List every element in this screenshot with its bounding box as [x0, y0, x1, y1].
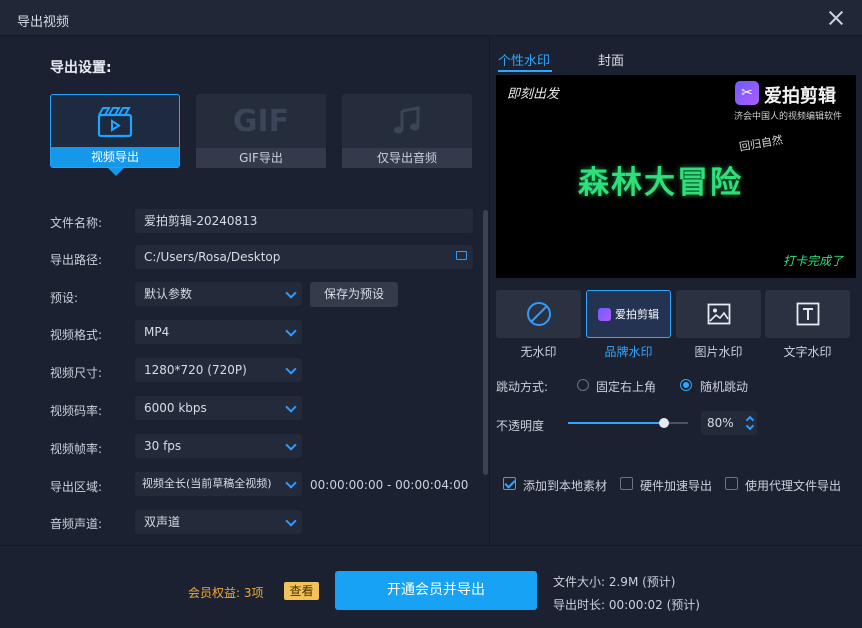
- format-label: 视频格式:: [50, 328, 103, 342]
- watermark-none-label: 无水印: [520, 345, 557, 359]
- tab-cover[interactable]: 封面: [598, 50, 624, 69]
- bitrate-label: 视频码率:: [50, 404, 103, 418]
- opacity-slider-handle[interactable]: [659, 418, 669, 428]
- export-button[interactable]: 开通会员并导出: [335, 571, 537, 610]
- preview-caption-top-left: 即刻出发: [507, 87, 560, 102]
- mode-label: 视频导出: [51, 147, 179, 167]
- preset-label: 预设:: [50, 291, 79, 305]
- view-benefits-button[interactable]: 查看: [284, 582, 319, 600]
- path-input[interactable]: C:/Users/Rosa/Desktop: [135, 245, 473, 269]
- section-title: 导出设置:: [50, 60, 112, 76]
- size-label: 视频尺寸:: [50, 366, 103, 380]
- opacity-value: 80%: [707, 416, 734, 430]
- opacity-stepper[interactable]: 80%: [701, 411, 757, 435]
- checkbox-proxy-export[interactable]: [725, 477, 738, 490]
- preview-main-title: 森林大冒险: [578, 165, 743, 201]
- mode-label: GIF导出: [196, 148, 326, 168]
- jump-mode-label: 跳动方式:: [496, 380, 549, 394]
- folder-icon[interactable]: [456, 251, 467, 260]
- export-duration: 导出时长: 00:00:02 (预计): [553, 598, 700, 612]
- watermark-panel: 个性水印 封面 即刻出发 ✂ 爱拍剪辑 济会中国人的视频编辑软件 回归自然 森林…: [490, 37, 862, 545]
- brand-chip: 爱拍剪辑: [598, 306, 659, 322]
- filename-input[interactable]: 爱拍剪辑-20240813: [135, 209, 473, 233]
- title-bar: 导出视频: [0, 0, 862, 36]
- watermark-image[interactable]: [676, 290, 761, 338]
- checkbox-add-local-label: 添加到本地素材: [523, 479, 608, 493]
- preview-subtitle: 回归自然: [738, 133, 784, 154]
- tab-underline: [498, 70, 552, 72]
- scrollbar[interactable]: [483, 210, 488, 475]
- preset-select[interactable]: 默认参数: [135, 282, 302, 306]
- chevron-down-icon[interactable]: [745, 421, 755, 431]
- brand-slogan: 济会中国人的视频编辑软件: [733, 112, 842, 122]
- radio-random-label: 随机跳动: [700, 380, 749, 394]
- brand-chip-label: 爱拍剪辑: [615, 308, 659, 321]
- export-dialog: 导出视频 导出设置: 视频导出 GIF GIF导出 仅导出音频 文件名称: 爱拍…: [0, 0, 862, 628]
- video-preview: 即刻出发 ✂ 爱拍剪辑 济会中国人的视频编辑软件 回归自然 森林大冒险 打卡完成…: [496, 75, 856, 278]
- footer: 会员权益: 3项 查看 开通会员并导出 文件大小: 2.9M (预计) 导出时长…: [0, 545, 862, 628]
- music-note-icon: [342, 100, 472, 142]
- preview-caption-bottom-right: 打卡完成了: [782, 254, 843, 268]
- brand-logo-icon: [598, 307, 611, 321]
- opacity-slider-fill: [568, 422, 664, 424]
- region-select[interactable]: 视频全长(当前草稿全视频): [135, 472, 302, 496]
- opacity-label: 不透明度: [496, 419, 545, 433]
- watermark-text[interactable]: [765, 290, 850, 338]
- audio-label: 音频声道:: [50, 517, 103, 531]
- mode-gif-export[interactable]: GIF GIF导出: [196, 94, 326, 168]
- tab-watermark[interactable]: 个性水印: [498, 50, 550, 69]
- export-settings-panel: 导出设置: 视频导出 GIF GIF导出 仅导出音频 文件名称: 爱拍剪辑-20…: [12, 37, 489, 545]
- size-select[interactable]: 1280*720 (720P): [135, 358, 302, 382]
- time-range: 00:00:00:00 - 00:00:04:00: [310, 478, 469, 492]
- brand-logo-icon: ✂: [735, 81, 759, 105]
- path-value: C:/Users/Rosa/Desktop: [144, 250, 281, 264]
- bitrate-select[interactable]: 6000 kbps: [135, 396, 302, 420]
- member-benefits: 会员权益: 3项: [188, 586, 264, 600]
- watermark-image-label: 图片水印: [694, 345, 743, 359]
- watermark-brand-label: 品牌水印: [604, 345, 653, 359]
- mode-video-export[interactable]: 视频导出: [50, 94, 180, 176]
- close-icon[interactable]: [826, 8, 846, 28]
- brand-name: 爱拍剪辑: [764, 86, 836, 107]
- path-label: 导出路径:: [50, 253, 103, 267]
- checkbox-proxy-export-label: 使用代理文件导出: [745, 479, 842, 493]
- checkbox-hardware-accel[interactable]: [620, 477, 633, 490]
- text-icon: [765, 290, 850, 338]
- save-preset-button[interactable]: 保存为预设: [310, 282, 398, 307]
- opacity-slider[interactable]: [568, 418, 688, 428]
- image-icon: [676, 290, 761, 338]
- checkbox-add-local[interactable]: [503, 477, 516, 490]
- radio-fixed-label: 固定右上角: [596, 380, 657, 394]
- format-select[interactable]: MP4: [135, 320, 302, 344]
- audio-select[interactable]: 双声道: [135, 510, 302, 534]
- mode-label: 仅导出音频: [342, 148, 472, 168]
- checkbox-hardware-accel-label: 硬件加速导出: [640, 479, 713, 493]
- filename-label: 文件名称:: [50, 216, 103, 230]
- region-label: 导出区域:: [50, 480, 103, 494]
- mode-audio-export[interactable]: 仅导出音频: [342, 94, 472, 168]
- framerate-select[interactable]: 30 fps: [135, 434, 302, 458]
- gif-icon: GIF: [232, 103, 290, 139]
- file-size: 文件大小: 2.9M (预计): [553, 575, 676, 589]
- watermark-brand[interactable]: 爱拍剪辑: [586, 290, 671, 338]
- radio-random-jump[interactable]: [680, 379, 692, 391]
- watermark-none[interactable]: [496, 290, 581, 338]
- radio-fixed-top-right[interactable]: [577, 379, 589, 391]
- watermark-text-label: 文字水印: [783, 345, 832, 359]
- framerate-label: 视频帧率:: [50, 442, 103, 456]
- dialog-title: 导出视频: [17, 15, 70, 30]
- no-sign-icon: [496, 290, 581, 338]
- clapperboard-icon: [51, 101, 179, 143]
